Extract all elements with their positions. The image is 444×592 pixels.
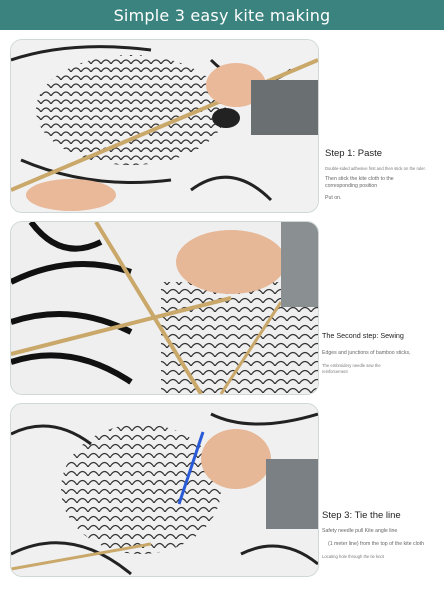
step-3-title: Step 3: Tie the line (322, 510, 401, 521)
page-title: Simple 3 easy kite making (113, 5, 331, 25)
step-1-line-2: Then stick the kite cloth to the (325, 176, 394, 182)
step-3-line-1: Safety needle pull Kite angle line (322, 528, 398, 534)
step-3-line-3: Locating hole through the tie knot (322, 554, 384, 559)
step-1-line-4: Put on. (325, 195, 342, 201)
step-1-title: Step 1: Paste (325, 148, 383, 159)
page-header: Simple 3 easy kite making (0, 0, 444, 30)
step-2-line-1: Edges and junctions of bamboo sticks, (322, 350, 411, 356)
step-1-line-3: corresponding position (325, 183, 378, 189)
step-1-text: Step 1: Paste Double-sided adhesive firs… (325, 148, 443, 202)
step-1-photo (10, 39, 319, 213)
step-3-photo (10, 403, 319, 577)
step-2-line-3: reinforcement (322, 369, 348, 374)
step-2-title: The Second step: Sewing (322, 331, 404, 340)
step-3-text: Step 3: Tie the line Safety needle pull … (322, 510, 442, 560)
step-1-line-1: Double-sided adhesive first and then sti… (325, 166, 426, 171)
step-3-line-2: (1 meter line) from the top of the kite … (328, 541, 425, 547)
step-2-photo (10, 221, 319, 395)
step-2-text: The Second step: Sewing Edges and juncti… (322, 331, 442, 375)
